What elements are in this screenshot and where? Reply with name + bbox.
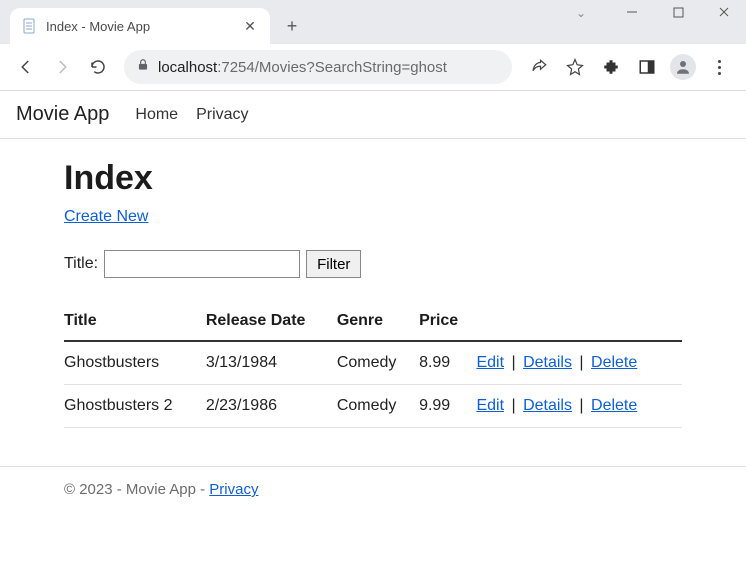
minimize-button[interactable] xyxy=(618,2,646,22)
toolbar-right xyxy=(522,50,736,84)
cell-release_date: 3/13/1984 xyxy=(206,341,337,385)
panel-icon[interactable] xyxy=(630,50,664,84)
table-row: Ghostbusters3/13/1984Comedy8.99Edit | De… xyxy=(64,341,682,385)
footer: © 2023 - Movie App - Privacy xyxy=(0,466,746,512)
kebab-icon xyxy=(718,60,721,75)
cell-actions: Edit | Details | Delete xyxy=(476,385,682,428)
details-link[interactable]: Details xyxy=(523,397,572,414)
table-row: Ghostbusters 22/23/1986Comedy9.99Edit | … xyxy=(64,385,682,428)
lock-icon xyxy=(136,58,150,76)
titlebar: Index - Movie App ✕ + ⌄ xyxy=(0,0,746,44)
cell-release_date: 2/23/1986 xyxy=(206,385,337,428)
share-icon[interactable] xyxy=(522,50,556,84)
filter-label: Title: xyxy=(64,255,98,273)
th-actions xyxy=(476,302,682,341)
filter-button[interactable]: Filter xyxy=(306,250,361,278)
reload-button[interactable] xyxy=(82,51,114,83)
page-body: Movie App Home Privacy Index Create New … xyxy=(0,91,746,512)
cell-title: Ghostbusters xyxy=(64,341,206,385)
table-header-row: Title Release Date Genre Price xyxy=(64,302,682,341)
create-new-link[interactable]: Create New xyxy=(64,208,148,225)
url-text: localhost:7254/Movies?SearchString=ghost xyxy=(158,59,447,76)
brand[interactable]: Movie App xyxy=(16,103,109,126)
browser-tab[interactable]: Index - Movie App ✕ xyxy=(10,8,270,44)
action-sep: | xyxy=(504,354,523,371)
chevron-down-icon[interactable]: ⌄ xyxy=(576,6,586,20)
cell-price: 8.99 xyxy=(419,341,476,385)
favicon-icon xyxy=(22,18,38,34)
delete-link[interactable]: Delete xyxy=(591,354,637,371)
action-sep: | xyxy=(572,354,591,371)
cell-price: 9.99 xyxy=(419,385,476,428)
cell-actions: Edit | Details | Delete xyxy=(476,341,682,385)
menu-button[interactable] xyxy=(702,50,736,84)
delete-link[interactable]: Delete xyxy=(591,397,637,414)
close-icon[interactable]: ✕ xyxy=(242,18,258,34)
th-price: Price xyxy=(419,302,476,341)
star-icon[interactable] xyxy=(558,50,592,84)
maximize-button[interactable] xyxy=(664,2,692,22)
th-release-date: Release Date xyxy=(206,302,337,341)
filter-form: Title: Filter xyxy=(64,250,682,278)
browser-chrome: Index - Movie App ✕ + ⌄ xyxy=(0,0,746,91)
cell-genre: Comedy xyxy=(337,341,419,385)
th-genre: Genre xyxy=(337,302,419,341)
window-controls xyxy=(618,2,738,22)
browser-toolbar: localhost:7254/Movies?SearchString=ghost xyxy=(0,44,746,90)
action-sep: | xyxy=(572,397,591,414)
nav-links: Home Privacy xyxy=(135,106,248,124)
movies-table: Title Release Date Genre Price Ghostbust… xyxy=(64,302,682,428)
tab-title: Index - Movie App xyxy=(46,19,234,34)
edit-link[interactable]: Edit xyxy=(476,354,504,371)
nav-link-home[interactable]: Home xyxy=(135,106,178,124)
back-button[interactable] xyxy=(10,51,42,83)
site-navbar: Movie App Home Privacy xyxy=(0,91,746,139)
title-input[interactable] xyxy=(104,250,300,278)
extensions-icon[interactable] xyxy=(594,50,628,84)
main-container: Index Create New Title: Filter Title Rel… xyxy=(0,139,746,448)
nav-link-privacy[interactable]: Privacy xyxy=(196,106,248,124)
avatar-icon xyxy=(670,54,696,80)
url-path: :7254/Movies?SearchString=ghost xyxy=(217,59,447,76)
close-window-button[interactable] xyxy=(710,2,738,22)
footer-privacy-link[interactable]: Privacy xyxy=(209,481,258,498)
page-title: Index xyxy=(64,159,682,198)
edit-link[interactable]: Edit xyxy=(476,397,504,414)
forward-button[interactable] xyxy=(46,51,78,83)
profile-avatar[interactable] xyxy=(666,50,700,84)
new-tab-button[interactable]: + xyxy=(278,12,306,40)
action-sep: | xyxy=(504,397,523,414)
address-bar[interactable]: localhost:7254/Movies?SearchString=ghost xyxy=(124,50,512,84)
url-host: localhost xyxy=(158,59,217,76)
cell-genre: Comedy xyxy=(337,385,419,428)
cell-title: Ghostbusters 2 xyxy=(64,385,206,428)
details-link[interactable]: Details xyxy=(523,354,572,371)
th-title: Title xyxy=(64,302,206,341)
footer-text: © 2023 - Movie App - xyxy=(64,481,209,498)
